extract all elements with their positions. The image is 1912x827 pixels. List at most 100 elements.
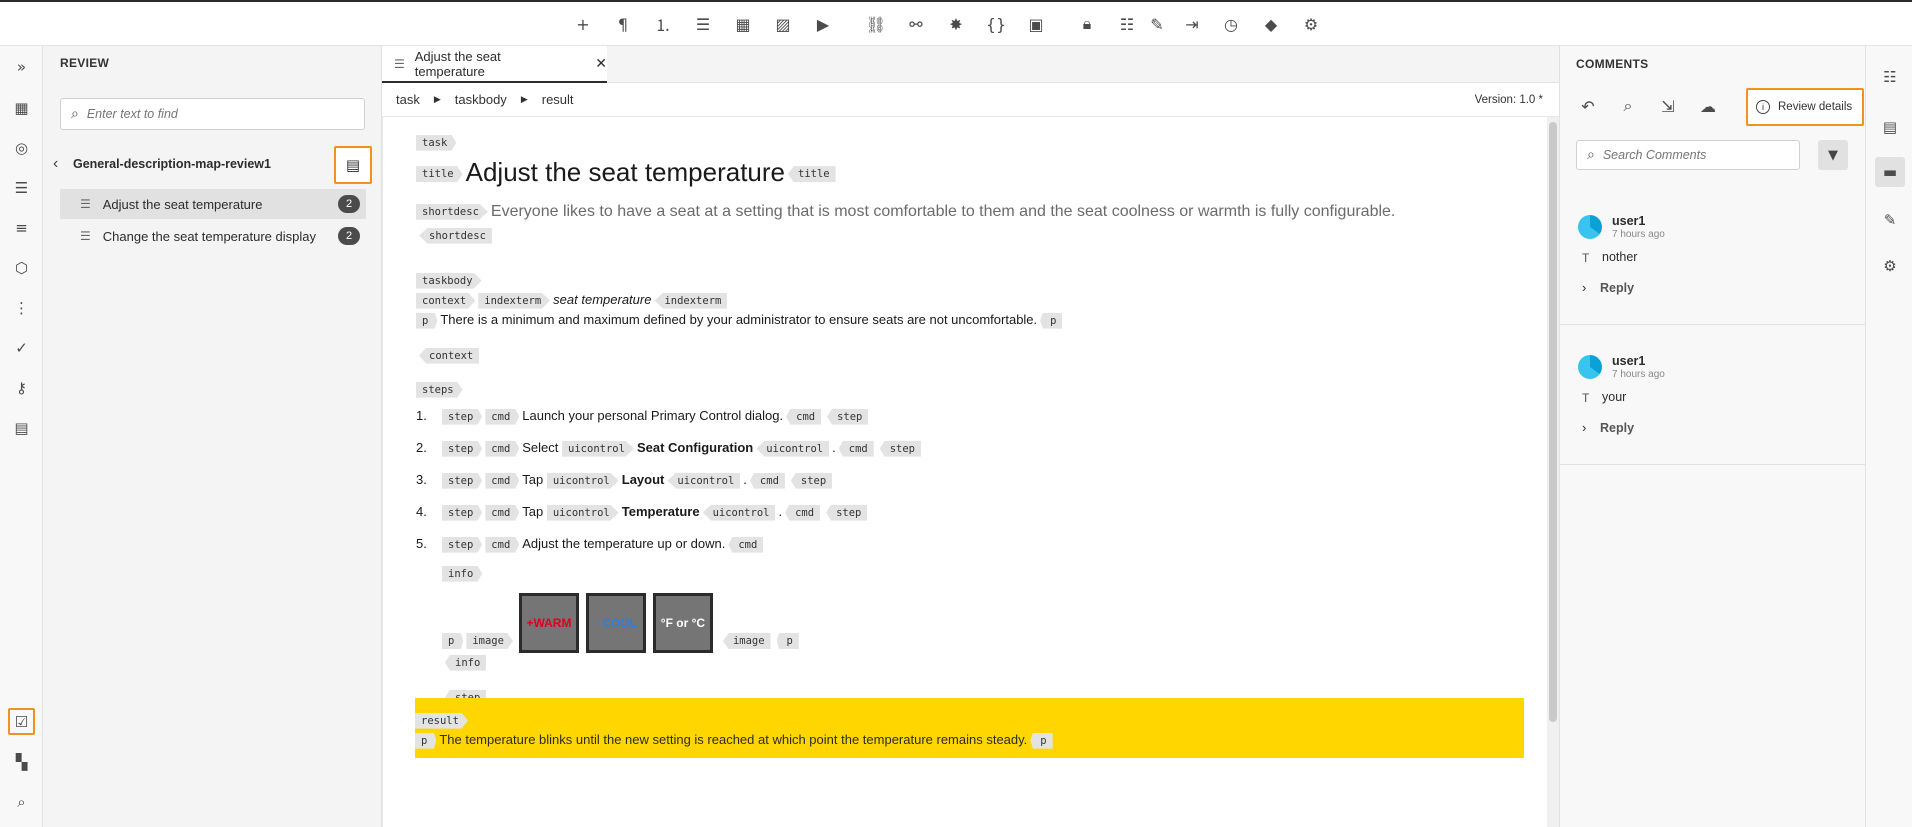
cool-button-image[interactable]: - COOL (585, 593, 646, 653)
tag-start: image (466, 633, 513, 649)
punctuation: . (832, 440, 836, 455)
review-details-button[interactable]: i Review details (1746, 88, 1864, 126)
doc-line: p There is a minimum and maximum defined … (416, 312, 1065, 329)
step-number: 2. (416, 440, 427, 455)
numbered-list-icon[interactable]: ⒈ (651, 12, 675, 36)
comments-search-input[interactable] (1602, 148, 1784, 162)
comment-user: user1 (1612, 214, 1646, 228)
topic-label: Change the seat temperature display (102, 228, 316, 244)
doc-line: shortdesc (416, 227, 495, 244)
review-icon[interactable]: ☑ (8, 708, 35, 735)
grid-icon[interactable]: ▦ (8, 94, 35, 121)
comments-icon[interactable]: ▬ (1875, 157, 1905, 187)
table-icon[interactable]: ▦ (731, 12, 755, 36)
back-chevron-icon[interactable]: ‹ (53, 155, 73, 173)
reply-link[interactable]: Reply (1600, 421, 1634, 435)
tag-end: info (445, 654, 487, 671)
tag-start: step (442, 472, 483, 489)
special-char-icon[interactable]: ✸ (944, 12, 968, 36)
expand-icon[interactable]: » (8, 53, 35, 80)
breadcrumb-item[interactable]: task (396, 92, 420, 107)
plus-icon[interactable]: + (571, 12, 595, 36)
chevron-right-icon[interactable]: › (1582, 420, 1586, 435)
multimedia-icon[interactable]: ▶ (811, 12, 835, 36)
result-highlight[interactable]: result p The temperature blinks until the… (415, 698, 1524, 758)
chevron-right-icon[interactable]: › (1582, 280, 1586, 295)
shapes-icon[interactable]: ⬡ (8, 254, 35, 281)
scrollbar-thumb[interactable] (1549, 122, 1557, 722)
tag-start: shortdesc (416, 203, 488, 220)
history-icon[interactable]: ◷ (1219, 12, 1243, 36)
highlighter-icon[interactable]: ✎ (1875, 205, 1905, 235)
export-icon[interactable]: ⇲ (1654, 92, 1682, 120)
outline-icon[interactable]: ☰ (8, 174, 35, 201)
link-icon[interactable]: ⛓ (864, 12, 888, 36)
tag-start: p (416, 312, 438, 329)
tag-end: step (879, 440, 922, 457)
document-settings-icon[interactable]: ▤ (1875, 112, 1905, 142)
warm-button-image[interactable]: +WARM (518, 593, 579, 653)
comment-count-badge: 2 (338, 195, 360, 213)
map-title: General-description-map-review1 (73, 157, 271, 171)
info-icon: i (1756, 100, 1770, 114)
doc-line: steps (416, 381, 466, 398)
review-search-field[interactable]: ⌕ (60, 98, 365, 130)
link-variant-icon[interactable]: ⚯ (904, 12, 928, 36)
tag-start: steps (416, 381, 463, 398)
review-panel: REVIEW ⌕ ‹ General-description-map-revie… (43, 46, 382, 827)
find-document-icon[interactable]: ⌕ (1614, 92, 1642, 120)
folder-settings-icon[interactable]: ⚙ (1299, 12, 1323, 36)
unit-button-image[interactable]: °F or °C (652, 593, 713, 653)
find-icon[interactable]: ⌕ (8, 788, 35, 815)
reply-link[interactable]: Reply (1600, 281, 1634, 295)
workflow-icon[interactable]: ⚙ (1875, 251, 1905, 281)
tag-end: title (788, 166, 836, 183)
paragraph-icon[interactable]: ¶ (611, 12, 635, 36)
breadcrumb-item[interactable]: taskbody (455, 92, 507, 107)
tag-icon[interactable]: ◆ (1259, 12, 1283, 36)
review-search-input[interactable] (86, 107, 336, 121)
topic-item[interactable]: ☰ Change the seat temperature display 2 (60, 221, 366, 251)
comment-card[interactable]: user1 7 hours ago T your › Reply (1560, 325, 1866, 465)
doc-line: taskbody (416, 272, 485, 289)
tab-active-topic[interactable]: ☰ Adjust the seat temperature ✕ (382, 46, 607, 83)
filter-icon[interactable]: ▼ (1818, 140, 1848, 170)
comments-search-field[interactable]: ⌕ (1576, 140, 1800, 170)
uicontrol-text: Seat Configuration (636, 440, 754, 455)
track-changes-icon[interactable]: ☷ (1115, 12, 1139, 36)
short-description: Everyone likes to have a seat at a setti… (490, 203, 1396, 220)
key-icon[interactable]: ⚷ (8, 374, 35, 401)
doc-line: task (416, 134, 459, 151)
review-filter-icon[interactable]: ▤ (334, 146, 372, 184)
topic-item[interactable]: ☰ Adjust the seat temperature 2 (60, 189, 366, 219)
highlight-icon[interactable]: ✎ (1145, 12, 1169, 36)
content-insert-icon[interactable]: ▣ (1024, 12, 1048, 36)
database-icon[interactable]: ◎ (8, 134, 35, 161)
comment-time: 7 hours ago (1612, 229, 1665, 240)
tag-end: cmd (749, 472, 785, 489)
tag-start: cmd (485, 472, 520, 489)
left-rail: » ▦ ◎ ☰ ≡ ⬡ ⋮ ✓ ⚷ ▤ ☑ ▚ ⌕ (0, 46, 43, 827)
undo-icon[interactable]: ↶ (1574, 92, 1602, 120)
preview-icon[interactable]: ▤ (8, 414, 35, 441)
check-cross-icon[interactable]: ✓ (8, 334, 35, 361)
tag-end: cmd (838, 440, 874, 457)
comment-card[interactable]: user1 7 hours ago T nother › Reply (1560, 185, 1866, 325)
breadcrumb-item[interactable]: result (542, 92, 574, 107)
numbered-list-icon[interactable]: ⋮ (8, 294, 35, 321)
tag-end: uicontrol (667, 472, 741, 489)
tag-start: title (416, 166, 463, 183)
right-rail: ☷ ▤ ▬ ✎ ⚙ (1865, 46, 1912, 827)
close-icon[interactable]: ✕ (595, 55, 607, 72)
code-block-icon[interactable]: {} (984, 12, 1008, 36)
image-icon[interactable]: ▨ (771, 12, 795, 36)
settings-sliders-icon[interactable]: ☷ (1875, 62, 1905, 92)
lock-icon[interactable]: 🔒︎ (1075, 12, 1099, 36)
step-text: Select (522, 440, 559, 455)
bulleted-list-icon[interactable]: ☰ (691, 12, 715, 36)
list-icon[interactable]: ≡ (8, 214, 35, 241)
apps-icon[interactable]: ▚ (8, 748, 35, 775)
cloud-download-icon[interactable]: ☁ (1694, 92, 1722, 120)
version-label-icon[interactable]: ⇥ (1180, 12, 1204, 36)
topic-icon: ☰ (80, 229, 91, 243)
